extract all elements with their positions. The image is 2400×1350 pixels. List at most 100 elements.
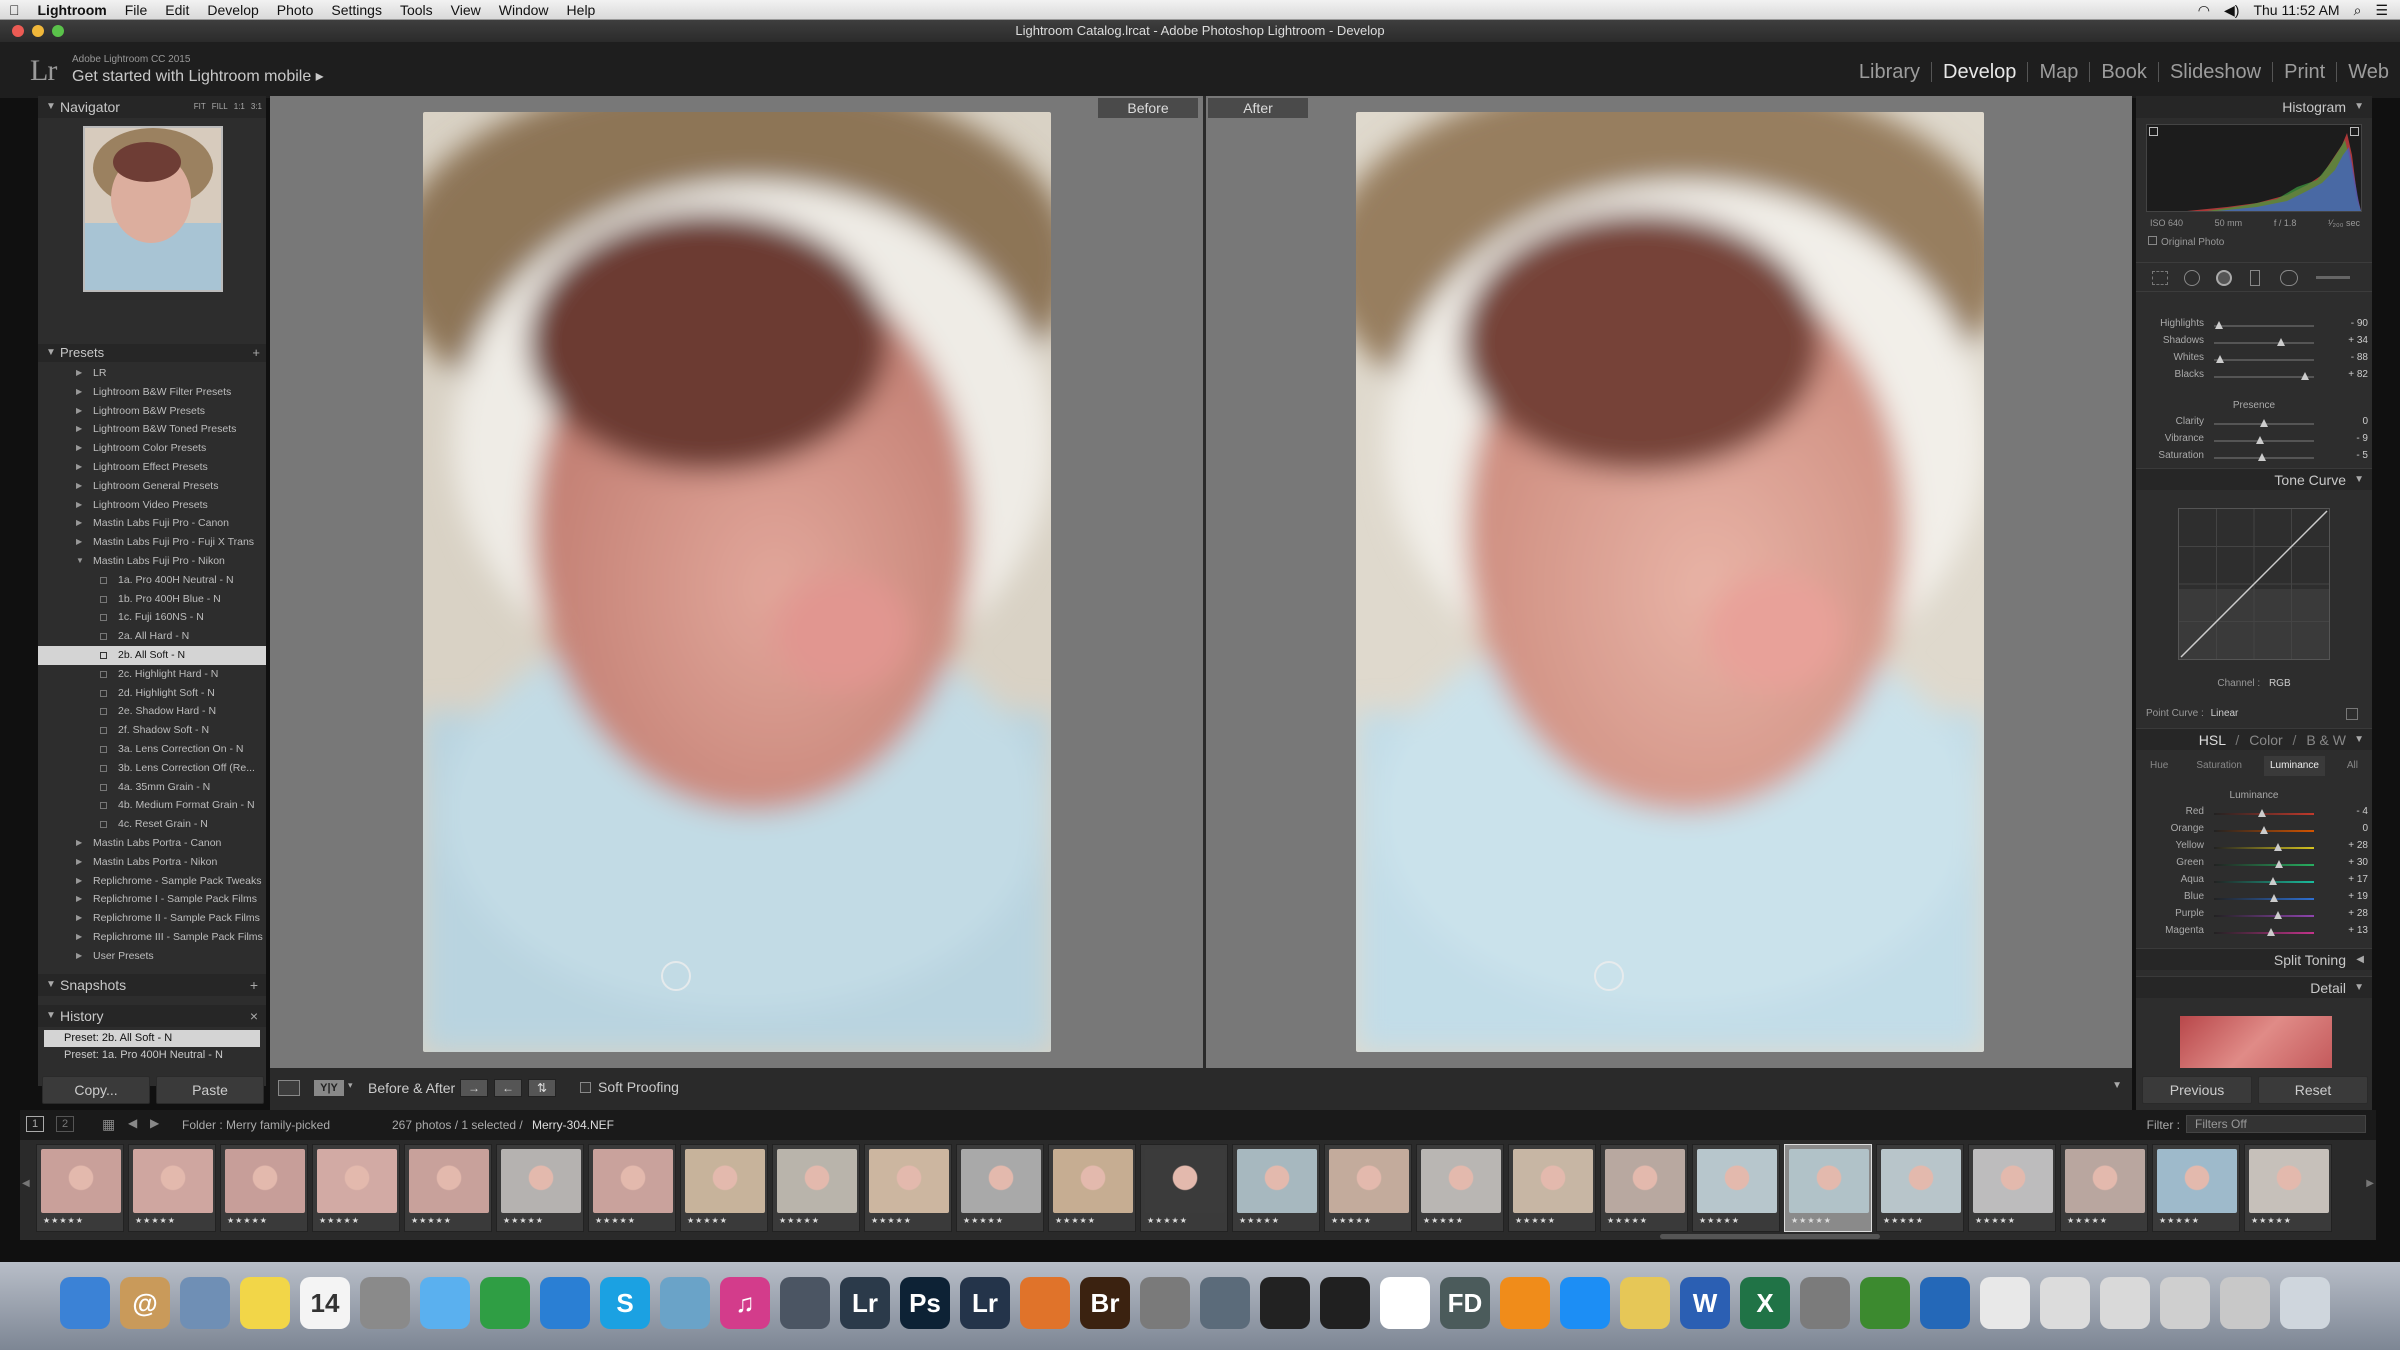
acrobat-icon[interactable] — [1020, 1277, 1070, 1329]
filmstrip-scroll-left-icon[interactable]: ◀ — [22, 1178, 30, 1189]
soft-proofing-checkbox[interactable] — [580, 1082, 591, 1093]
disclosure-closed-icon[interactable]: ▶ — [76, 439, 82, 458]
star-rating[interactable]: ★★★★★ — [2067, 1216, 2108, 1225]
slider-value[interactable]: - 5 — [2328, 450, 2368, 461]
safari-icon[interactable] — [540, 1277, 590, 1329]
histogram-header[interactable]: Histogram ▼ — [2136, 96, 2372, 118]
star-rating[interactable]: ★★★★★ — [1699, 1216, 1740, 1225]
tone-curve-header[interactable]: Tone Curve ▼ — [2136, 468, 2372, 490]
tone-curve-graph[interactable] — [2178, 508, 2330, 660]
preset-item[interactable]: 2a. All Hard - N — [38, 627, 266, 646]
star-rating[interactable]: ★★★★★ — [43, 1216, 84, 1225]
hsl-tab-luminance[interactable]: Luminance — [2263, 756, 2325, 776]
time-machine-icon[interactable] — [1860, 1277, 1910, 1329]
preset-folder[interactable]: ▶ Lightroom B&W Toned Presets — [38, 420, 266, 439]
preset-folder[interactable]: ▶ Lightroom B&W Filter Presets — [38, 383, 266, 402]
star-rating[interactable]: ★★★★★ — [1975, 1216, 2016, 1225]
lightroom-cc-icon[interactable]: Lr — [960, 1277, 1010, 1329]
slider-handle[interactable] — [2274, 911, 2282, 919]
color-title[interactable]: Color — [2249, 732, 2282, 748]
filmstrip-thumbnail[interactable]: ★★★★★ — [1232, 1144, 1320, 1232]
slider-track[interactable] — [2214, 440, 2314, 442]
shadow-clipping-icon[interactable] — [2149, 127, 2158, 136]
zoom-window-icon[interactable] — [52, 25, 64, 37]
preset-item[interactable]: 2c. Highlight Hard - N — [38, 665, 266, 684]
preset-item[interactable]: 3b. Lens Correction Off (Re... — [38, 759, 266, 778]
star-rating[interactable]: ★★★★★ — [319, 1216, 360, 1225]
skype-icon[interactable]: S — [600, 1277, 650, 1329]
slider-handle[interactable] — [2216, 355, 2224, 363]
slider-value[interactable]: + 17 — [2328, 874, 2368, 885]
aperture-icon[interactable] — [780, 1277, 830, 1329]
slider-track[interactable] — [2214, 932, 2314, 934]
navigator-header[interactable]: ▼ Navigator FIT FILL 1:1 3:1 — [38, 96, 266, 118]
disclosure-closed-icon[interactable]: ▶ — [76, 514, 82, 533]
adjustment-brush-icon[interactable] — [2316, 276, 2350, 279]
filmstrip-thumbnail[interactable]: ★★★★★ — [1600, 1144, 1688, 1232]
clear-history-icon[interactable]: × — [250, 1005, 258, 1027]
preset-folder[interactable]: ▶ Replichrome III - Sample Pack Films — [38, 928, 266, 947]
zoom-option[interactable]: FILL — [212, 102, 228, 111]
star-rating[interactable]: ★★★★★ — [779, 1216, 820, 1225]
menu-tools[interactable]: Tools — [391, 2, 442, 18]
filmstrip-thumbnail[interactable]: ★★★★★ — [220, 1144, 308, 1232]
point-curve-edit-icon[interactable] — [2346, 708, 2358, 720]
slider-value[interactable]: + 19 — [2328, 891, 2368, 902]
photos-icon[interactable] — [660, 1277, 710, 1329]
disclosure-closed-icon[interactable]: ▶ — [76, 496, 82, 515]
grid-icon[interactable] — [2160, 1277, 2210, 1329]
preset-item[interactable]: 1c. Fuji 160NS - N — [38, 608, 266, 627]
preset-item[interactable]: 2f. Shadow Soft - N — [38, 721, 266, 740]
menu-app-lightroom[interactable]: Lightroom — [29, 2, 116, 18]
slider-handle[interactable] — [2301, 372, 2309, 380]
mobile-promo-link[interactable]: Get started with Lightroom mobile ▸ — [72, 66, 324, 86]
screenshot-icon[interactable] — [1200, 1277, 1250, 1329]
filmstrip-thumbnail[interactable]: ★★★★★ — [1508, 1144, 1596, 1232]
menu-view[interactable]: View — [442, 2, 490, 18]
module-map[interactable]: Map — [2028, 62, 2091, 82]
swap-settings-icon[interactable]: ⇅ — [528, 1079, 556, 1097]
slider-handle[interactable] — [2215, 321, 2223, 329]
slider-handle[interactable] — [2255, 436, 2264, 444]
slider-track[interactable] — [2214, 325, 2314, 327]
bw-title[interactable]: B & W — [2306, 732, 2346, 748]
slider-handle[interactable] — [2277, 338, 2285, 346]
filmstrip-thumbnail[interactable]: ★★★★★ — [1968, 1144, 2056, 1232]
chrome-icon[interactable] — [480, 1277, 530, 1329]
after-photo[interactable] — [1356, 112, 1984, 1052]
disclosure-open-icon[interactable]: ▼ — [76, 552, 84, 571]
volume-icon[interactable]: ◀) — [2224, 2, 2239, 19]
window-1-button[interactable]: 1 — [26, 1116, 44, 1132]
folder-source[interactable]: Folder : Merry family-picked — [182, 1118, 330, 1132]
spot-removal-icon[interactable] — [2184, 270, 2200, 286]
documents-icon[interactable] — [1980, 1277, 2030, 1329]
filmstrip-thumbnail[interactable]: ★★★★★ — [680, 1144, 768, 1232]
filmstrip-thumbnail[interactable]: ★★★★★ — [1140, 1144, 1228, 1232]
menu-edit[interactable]: Edit — [156, 2, 198, 18]
menu-window[interactable]: Window — [490, 2, 558, 18]
close-window-icon[interactable] — [12, 25, 24, 37]
module-develop[interactable]: Develop — [1932, 62, 2029, 82]
grid-view-icon[interactable]: ▦ — [102, 1116, 115, 1133]
luminance-blue-slider[interactable]: Blue + 19 — [2136, 891, 2372, 907]
filmstrip-thumbnail[interactable]: ★★★★★ — [588, 1144, 676, 1232]
paste-button[interactable]: Paste — [156, 1076, 264, 1104]
preset-item[interactable]: 3a. Lens Correction On - N — [38, 740, 266, 759]
crop-tool-icon[interactable] — [2152, 271, 2168, 285]
tone-blacks-slider[interactable]: Blacks + 82 — [2136, 369, 2372, 385]
menu-develop[interactable]: Develop — [198, 2, 267, 18]
slider-handle[interactable] — [2274, 843, 2282, 851]
disclosure-closed-icon[interactable]: ▶ — [76, 458, 82, 477]
disclosure-closed-icon[interactable]: ▶ — [76, 477, 82, 496]
preset-folder[interactable]: ▶ Lightroom Video Presets — [38, 496, 266, 515]
slider-handle[interactable] — [2269, 894, 2278, 902]
star-rating[interactable]: ★★★★★ — [687, 1216, 728, 1225]
preset-folder[interactable]: ▶ Lightroom General Presets — [38, 477, 266, 496]
presence-saturation-slider[interactable]: Saturation - 5 — [2136, 450, 2372, 466]
disclosure-closed-icon[interactable]: ▶ — [76, 853, 82, 872]
disclosure-closed-icon[interactable]: ▶ — [76, 947, 82, 966]
notification-center-icon[interactable]: ☰ — [2375, 2, 2388, 19]
zoom-option[interactable]: 1:1 — [234, 102, 245, 111]
preset-folder[interactable]: ▶ LR — [38, 364, 266, 383]
luminance-aqua-slider[interactable]: Aqua + 17 — [2136, 874, 2372, 890]
